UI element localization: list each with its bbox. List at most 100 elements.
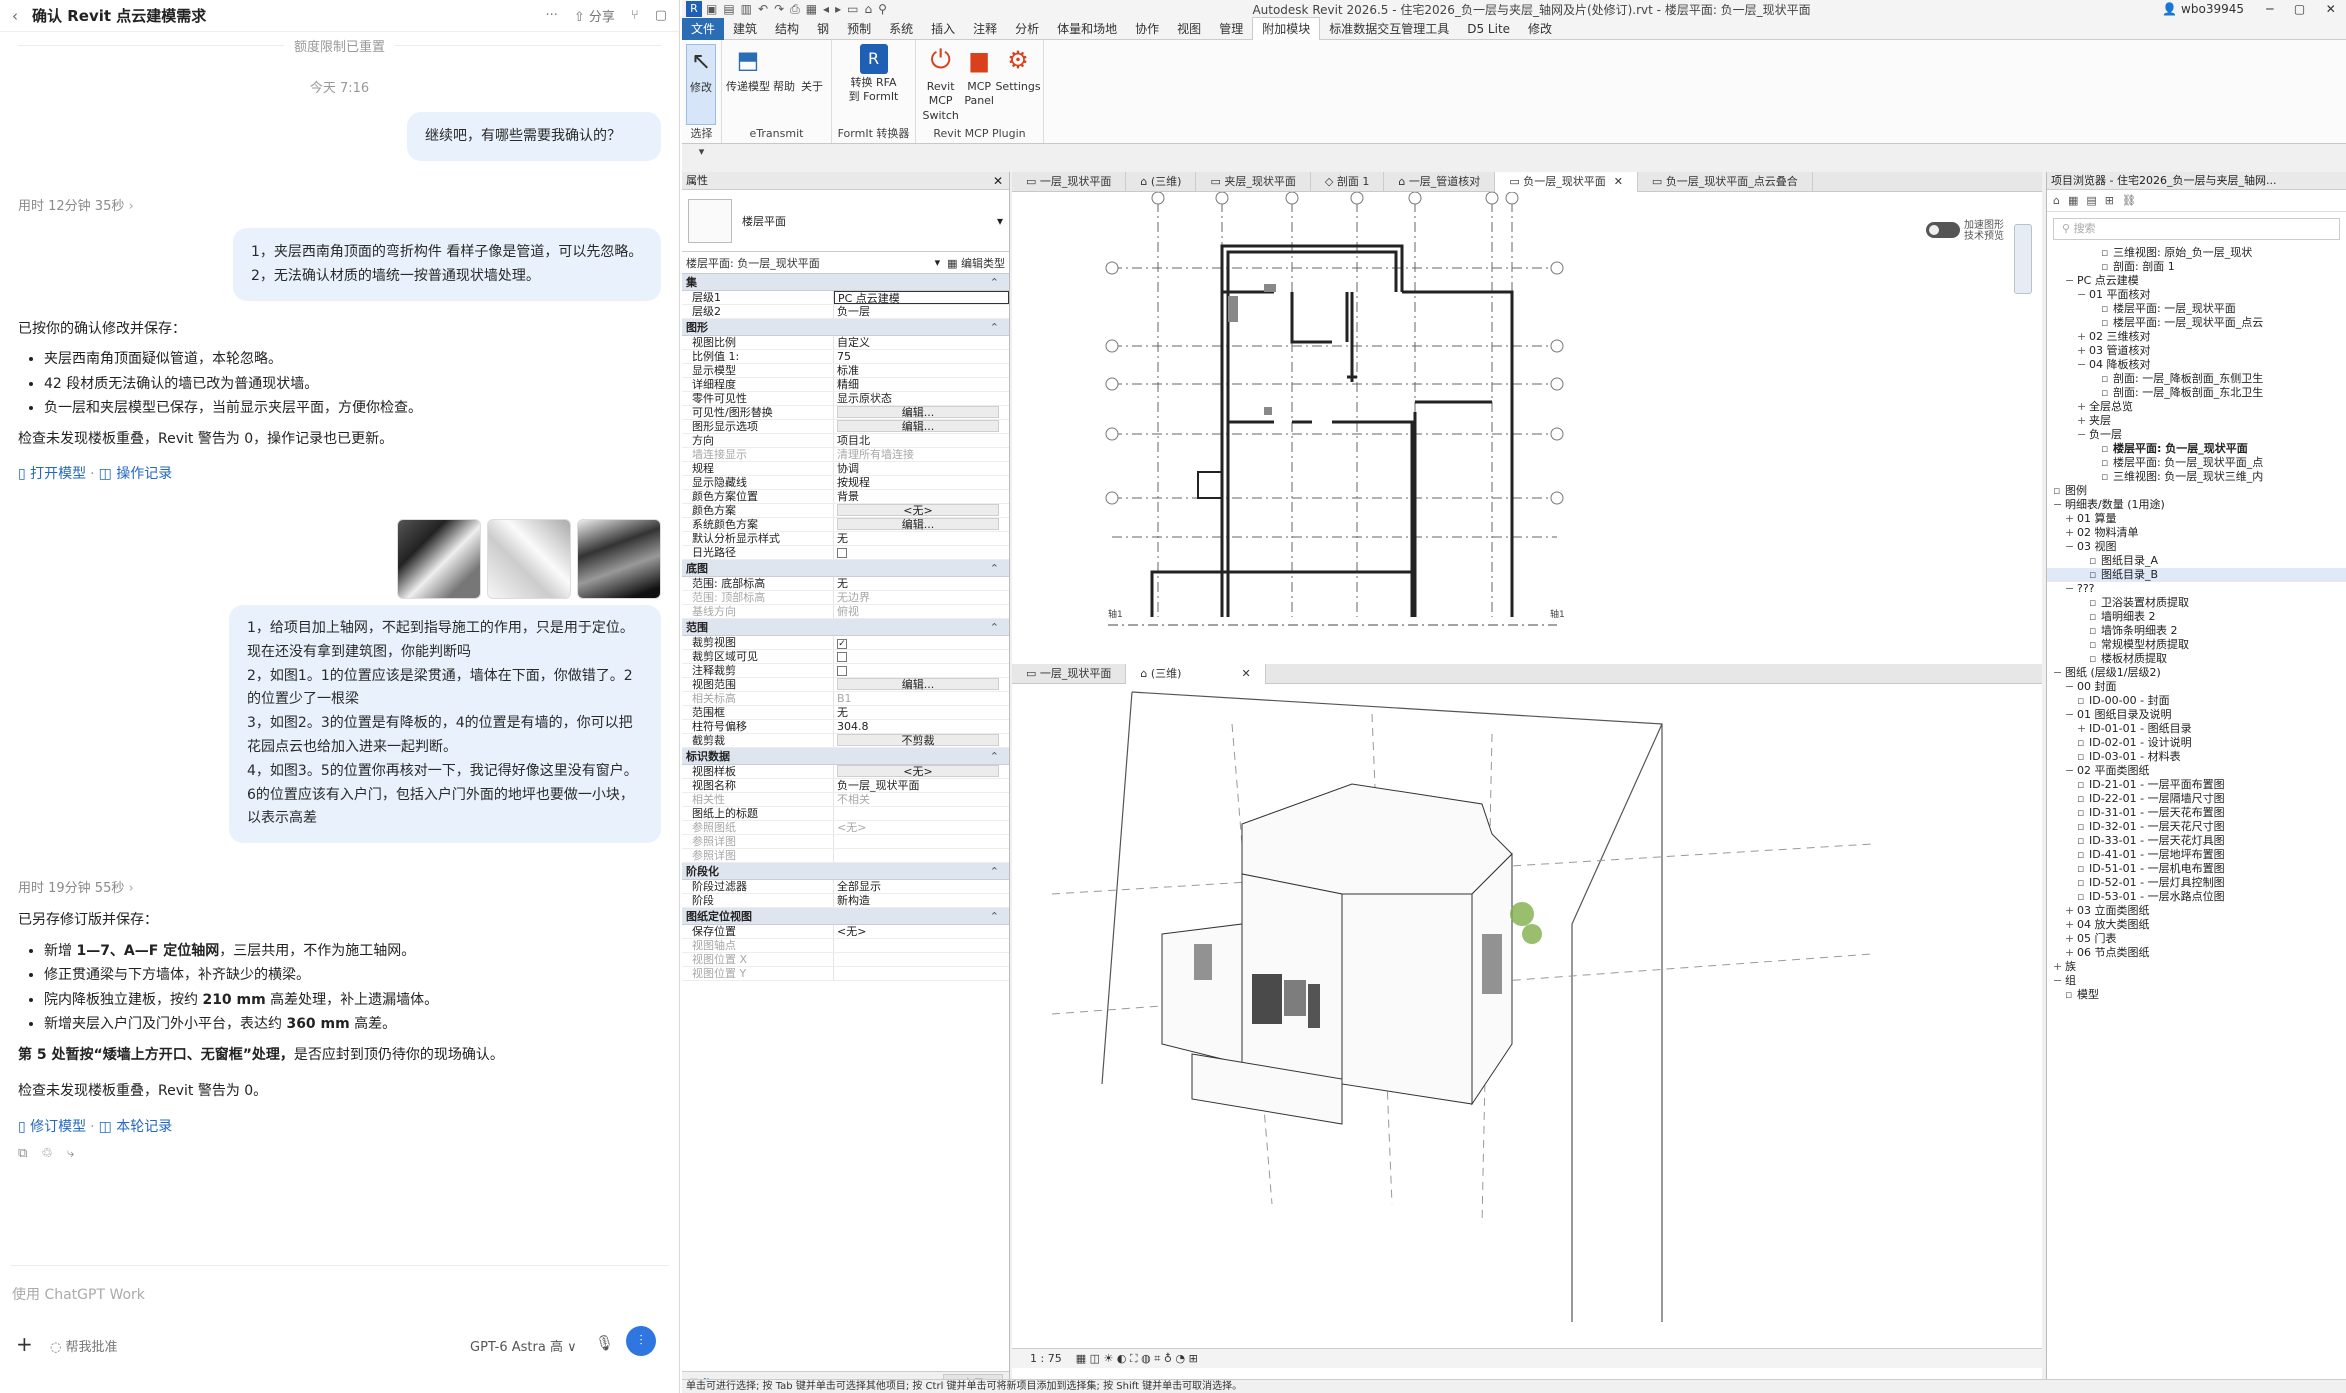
- filter-icon[interactable]: ⊞: [2105, 194, 2114, 207]
- mcp-settings-button[interactable]: ⚙ Settings: [995, 44, 1040, 125]
- expand-icon[interactable]: +: [2065, 918, 2077, 932]
- property-value[interactable]: 负一层: [834, 305, 1009, 318]
- feedback-icon[interactable]: ♲: [41, 1146, 53, 1161]
- view-tab-label[interactable]: 夹层_现状平面: [1224, 175, 1296, 188]
- tab-precast[interactable]: 预制: [838, 18, 880, 40]
- expand-icon[interactable]: +: [2077, 344, 2089, 358]
- property-value[interactable]: <无>: [834, 504, 1009, 517]
- operation-log-link[interactable]: ◫ 操作记录: [99, 466, 173, 482]
- browser-tree-item[interactable]: −04 降板核对: [2047, 358, 2346, 372]
- property-value[interactable]: 75: [834, 350, 1009, 363]
- browser-tree-item[interactable]: ▫ 卫浴装置材质提取: [2047, 596, 2346, 610]
- browser-tree-item[interactable]: ▫ 图纸目录_B: [2047, 568, 2346, 582]
- property-category[interactable]: 阶段化: [682, 863, 1009, 880]
- tab-modify[interactable]: 修改: [1519, 18, 1561, 40]
- browser-tree-item[interactable]: ▫ ID-00-00 - 封面: [2047, 694, 2346, 708]
- browser-search-input[interactable]: ⚲ 搜索: [2053, 218, 2340, 240]
- view-tab-label[interactable]: 剖面 1: [1337, 175, 1370, 188]
- expand-icon[interactable]: −: [2065, 540, 2077, 554]
- property-value[interactable]: 编辑...: [834, 406, 1009, 419]
- user-name[interactable]: wbo39945: [2181, 2, 2244, 16]
- view-icon[interactable]: ▦: [2068, 194, 2078, 207]
- browser-tree-item[interactable]: ▫ ID-03-01 - 材料表: [2047, 750, 2346, 764]
- browser-tree-item[interactable]: ▫ ID-53-01 - 一层水路点位图: [2047, 890, 2346, 904]
- property-value[interactable]: 不剪裁: [834, 734, 1009, 747]
- browser-tree-item[interactable]: +04 放大类图纸: [2047, 918, 2346, 932]
- 3d-view-canvas[interactable]: [1012, 684, 2042, 1322]
- model-selector[interactable]: GPT-6 Astra 高 ∨: [470, 1336, 577, 1355]
- property-value[interactable]: 精细: [834, 378, 1009, 391]
- attachment-image-2[interactable]: [487, 519, 571, 599]
- property-button[interactable]: 编辑...: [837, 678, 999, 690]
- edit-type-button[interactable]: ▦ 编辑类型: [947, 255, 1005, 271]
- expand-icon[interactable]: −: [2077, 428, 2089, 442]
- expand-icon[interactable]: +: [2065, 512, 2077, 526]
- browser-tree-item[interactable]: ▫ ID-02-01 - 设计说明: [2047, 736, 2346, 750]
- tab-structure[interactable]: 结构: [766, 18, 808, 40]
- browser-tree-item[interactable]: ▫ ID-33-01 - 一层天花灯具图: [2047, 834, 2346, 848]
- browser-tree[interactable]: ▫ 三维视图: 原始_负一层_现状 ▫ 剖面: 剖面 1− PC 点云建模 −01 平面核…: [2047, 246, 2346, 1002]
- browser-tree-item[interactable]: − 负一层: [2047, 428, 2346, 442]
- group-label[interactable]: 选择 ▾: [686, 125, 717, 158]
- browser-tree-item[interactable]: ▫ 楼层平面: 一层_现状平面_点云: [2047, 316, 2346, 330]
- approval-label[interactable]: 帮我批准: [65, 1340, 117, 1355]
- link-icon[interactable]: ⛓: [2122, 194, 2136, 207]
- property-value[interactable]: [834, 650, 1009, 663]
- browser-tree-item[interactable]: −00 封面: [2047, 680, 2346, 694]
- revit-logo-icon[interactable]: R: [686, 1, 702, 17]
- link-label[interactable]: 操作记录: [116, 466, 172, 482]
- property-value[interactable]: [834, 546, 1009, 559]
- browser-tree-item[interactable]: + 族: [2047, 960, 2346, 974]
- browser-tree-item[interactable]: ▫ 楼层平面: 负一层_现状平面: [2047, 442, 2346, 456]
- microphone-icon[interactable]: 🎙: [595, 1334, 614, 1352]
- browser-tree-item[interactable]: ▫ 模型: [2047, 988, 2346, 1002]
- checkbox[interactable]: [837, 548, 847, 558]
- browser-tree-item[interactable]: − 明细表/数量 (1用途): [2047, 498, 2346, 512]
- checkbox[interactable]: [837, 652, 847, 662]
- tab-collaborate[interactable]: 协作: [1126, 18, 1168, 40]
- expand-icon[interactable]: +: [2065, 932, 2077, 946]
- property-category[interactable]: 图形: [682, 319, 1009, 336]
- property-value[interactable]: 显示原状态: [834, 392, 1009, 405]
- property-button[interactable]: <无>: [837, 504, 999, 516]
- property-value[interactable]: 负一层_现状平面: [834, 779, 1009, 792]
- view-tab[interactable]: ◇ 剖面 1: [1311, 171, 1385, 192]
- view-tab-label[interactable]: 负一层_现状平面_点云叠合: [1666, 175, 1798, 188]
- approval-toggle[interactable]: ◌ 帮我批准: [50, 1336, 118, 1355]
- expand-icon[interactable]: +: [2077, 414, 2089, 428]
- open-model-link[interactable]: ▯ 打开模型: [18, 466, 86, 482]
- floor-plan-canvas[interactable]: 轴1 轴1 加速图形 技术预览: [1012, 192, 2042, 664]
- composer-input[interactable]: 使用 ChatGPT Work: [12, 1284, 145, 1304]
- property-button[interactable]: 编辑...: [837, 420, 999, 432]
- elapsed-time[interactable]: 用时 19分钟 55秒: [18, 877, 661, 896]
- edit-type-label[interactable]: 编辑类型: [961, 257, 1005, 270]
- property-value[interactable]: 无: [834, 706, 1009, 719]
- property-value[interactable]: 编辑...: [834, 518, 1009, 531]
- browser-tree-item[interactable]: ▫ ID-22-01 - 一层隔墙尺寸图: [2047, 792, 2346, 806]
- browser-tree-item[interactable]: ▫ ID-31-01 - 一层天花布置图: [2047, 806, 2346, 820]
- view-tab[interactable]: ▭ 负一层_现状平面_点云叠合: [1638, 171, 1813, 192]
- browser-tree-item[interactable]: ▫ ID-41-01 - 一层地坪布置图: [2047, 848, 2346, 862]
- property-category[interactable]: 集: [682, 274, 1009, 291]
- close-icon[interactable]: ✕: [1241, 667, 1250, 680]
- browser-tree-item[interactable]: ▫ 三维视图: 负一层_现状三维_内: [2047, 470, 2346, 484]
- view-tab[interactable]: ⌂ 一层_管道核对: [1384, 171, 1496, 192]
- browser-tree-item[interactable]: ▫ 楼层平面: 一层_现状平面: [2047, 302, 2346, 316]
- expand-icon[interactable]: +: [2053, 960, 2065, 974]
- browser-tree-item[interactable]: ▫ 楼层平面: 负一层_现状平面_点: [2047, 456, 2346, 470]
- chat-transcript[interactable]: 额度限制已重置 今天 7:16 继续吧，有哪些需要我确认的？ 用时 12分钟 3…: [0, 32, 679, 1263]
- mcp-panel-button[interactable]: ▆ MCP Panel: [961, 44, 997, 125]
- property-category[interactable]: 底图: [682, 560, 1009, 577]
- help-button[interactable]: 帮助: [770, 44, 798, 125]
- browser-tree-item[interactable]: −01 图纸目录及说明: [2047, 708, 2346, 722]
- expand-icon[interactable]: −: [2065, 764, 2077, 778]
- browser-tree-item[interactable]: +05 门表: [2047, 932, 2346, 946]
- close-icon[interactable]: ✕: [1614, 175, 1623, 188]
- browser-tree-item[interactable]: ▫ 剖面: 剖面 1: [2047, 260, 2346, 274]
- property-value[interactable]: 项目北: [834, 434, 1009, 447]
- mcp-switch-button[interactable]: ⏻ Revit MCP Switch: [920, 44, 961, 125]
- view-tab-label[interactable]: 一层_现状平面: [1040, 667, 1112, 680]
- browser-tree-item[interactable]: +02 物料清单: [2047, 526, 2346, 540]
- expand-icon[interactable]: +: [2077, 330, 2089, 344]
- view-tab-label[interactable]: 一层_现状平面: [1040, 175, 1112, 188]
